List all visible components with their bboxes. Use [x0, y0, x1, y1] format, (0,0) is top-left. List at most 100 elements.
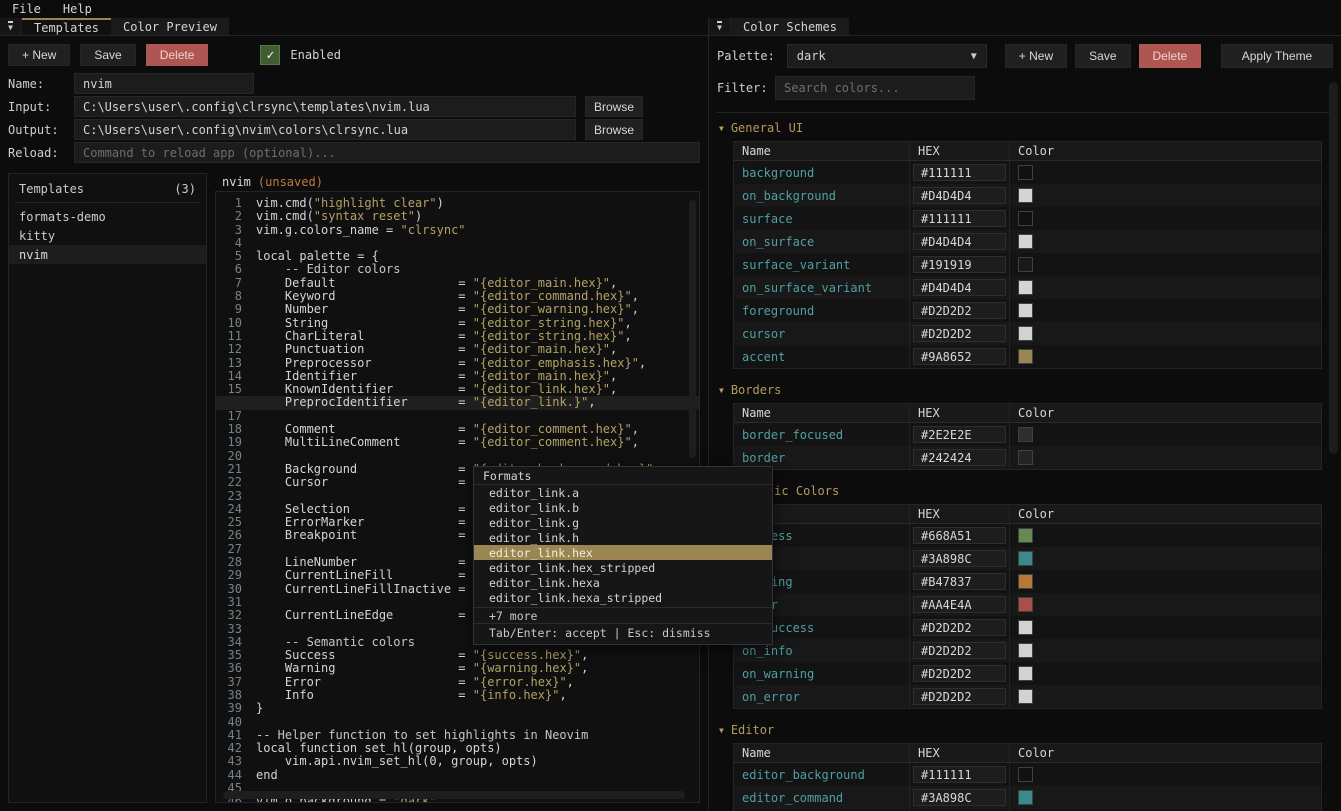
color-swatch[interactable]	[1018, 528, 1033, 543]
popup-item-editor_link.g[interactable]: editor_link.g	[474, 515, 772, 530]
hex-value-field[interactable]: #B47837	[913, 573, 1006, 590]
color-swatch[interactable]	[1018, 211, 1033, 226]
reload-command-field[interactable]	[74, 142, 700, 163]
hex-value-field[interactable]: #2E2E2E	[913, 426, 1006, 443]
popup-item-editor_link.hexa_stripped[interactable]: editor_link.hexa_stripped	[474, 590, 772, 605]
save-palette-button[interactable]: Save	[1075, 44, 1130, 68]
hex-value-field[interactable]: #668A51	[913, 527, 1006, 544]
color-swatch[interactable]	[1018, 188, 1033, 203]
color-swatch[interactable]	[1018, 689, 1033, 704]
section-header[interactable]: ▼Editor	[719, 721, 1322, 739]
popup-item-editor_link.b[interactable]: editor_link.b	[474, 500, 772, 515]
hex-value-field[interactable]: #D4D4D4	[913, 279, 1006, 296]
code-line[interactable]: 15 KnownIdentifier = "{editor_link.hex}"…	[216, 383, 699, 396]
name-field[interactable]	[74, 73, 254, 94]
hex-value-field[interactable]: #D4D4D4	[913, 233, 1006, 250]
code-line[interactable]: 3vim.g.colors_name = "clrsync"	[216, 224, 699, 237]
hex-value-field[interactable]: #D2D2D2	[913, 325, 1006, 342]
code-line[interactable]: 8 Keyword = "{editor_command.hex}",	[216, 290, 699, 303]
color-swatch[interactable]	[1018, 349, 1033, 364]
section-header[interactable]: ▼General UI	[719, 119, 1322, 137]
hex-value-field[interactable]: #D2D2D2	[913, 642, 1006, 659]
collapse-panel-button[interactable]: ▼	[709, 18, 731, 35]
tab-templates[interactable]: Templates	[22, 18, 111, 35]
popup-item-editor_link.h[interactable]: editor_link.h	[474, 530, 772, 545]
hex-value-field[interactable]: #AA4E4A	[913, 596, 1006, 613]
color-swatch[interactable]	[1018, 303, 1033, 318]
enabled-checkbox[interactable]: ✓	[260, 45, 280, 65]
code-line[interactable]: 13 Preprocessor = "{editor_emphasis.hex}…	[216, 357, 699, 370]
save-template-button[interactable]: Save	[80, 44, 135, 66]
color-swatch[interactable]	[1018, 427, 1033, 442]
template-item-kitty[interactable]: kitty	[9, 226, 206, 245]
hex-value-field[interactable]: #242424	[913, 449, 1006, 466]
menu-item-file[interactable]: File	[12, 2, 41, 16]
color-swatch[interactable]	[1018, 280, 1033, 295]
code-line[interactable]: 41-- Helper function to set highlights i…	[216, 729, 699, 742]
tab-color-preview[interactable]: Color Preview	[111, 18, 229, 35]
new-template-button[interactable]: + New	[8, 44, 70, 66]
color-swatch[interactable]	[1018, 450, 1033, 465]
popup-item-editor_link.hex_stripped[interactable]: editor_link.hex_stripped	[474, 560, 772, 575]
hex-value-field[interactable]: #D2D2D2	[913, 302, 1006, 319]
color-swatch[interactable]	[1018, 767, 1033, 782]
menu-item-help[interactable]: Help	[63, 2, 92, 16]
code-line[interactable]: 6 -- Editor colors	[216, 263, 699, 276]
color-swatch[interactable]	[1018, 165, 1033, 180]
hex-value-field[interactable]: #D2D2D2	[913, 665, 1006, 682]
color-swatch[interactable]	[1018, 666, 1033, 681]
code-line[interactable]: 44end	[216, 769, 699, 782]
panel-scrollbar[interactable]	[1329, 82, 1338, 454]
template-item-nvim[interactable]: nvim	[9, 245, 206, 264]
code-line[interactable]: 5local palette = {	[216, 250, 699, 263]
hex-value-field[interactable]: #191919	[913, 256, 1006, 273]
delete-palette-button[interactable]: Delete	[1139, 44, 1202, 68]
hex-value-field[interactable]: #3A898C	[913, 789, 1006, 806]
code-line[interactable]: 35 Success = "{success.hex}",	[216, 649, 699, 662]
popup-more-item[interactable]: +7 more	[474, 607, 772, 623]
code-line[interactable]: 40	[216, 716, 699, 729]
code-line[interactable]: 37 Error = "{error.hex}",	[216, 676, 699, 689]
color-swatch[interactable]	[1018, 574, 1033, 589]
code-line[interactable]: 18 Comment = "{editor_comment.hex}",	[216, 423, 699, 436]
hex-value-field[interactable]: #111111	[913, 164, 1006, 181]
code-line[interactable]: 39}	[216, 702, 699, 715]
color-swatch[interactable]	[1018, 234, 1033, 249]
template-item-formats-demo[interactable]: formats-demo	[9, 207, 206, 226]
code-line[interactable]: 9 Number = "{editor_warning.hex}",	[216, 303, 699, 316]
color-search-input[interactable]	[775, 76, 975, 100]
code-line[interactable]: 12 Punctuation = "{editor_main.hex}",	[216, 343, 699, 356]
browse-output-button[interactable]: Browse	[585, 119, 643, 140]
browse-input-button[interactable]: Browse	[585, 96, 643, 117]
code-line[interactable]: 7 Default = "{editor_main.hex}",	[216, 277, 699, 290]
code-line[interactable]: PreprocIdentifier = "{editor_link.}",	[216, 396, 699, 409]
code-line[interactable]: 4	[216, 237, 699, 250]
collapse-panel-button[interactable]: ▼	[0, 18, 22, 35]
code-line[interactable]: 20	[216, 450, 699, 463]
color-swatch[interactable]	[1018, 551, 1033, 566]
input-path-field[interactable]	[74, 96, 576, 117]
hex-value-field[interactable]: #9A8652	[913, 348, 1006, 365]
editor-vertical-scrollbar[interactable]	[689, 200, 696, 458]
code-line[interactable]: 1vim.cmd("highlight clear")	[216, 197, 699, 210]
code-line[interactable]: 42local function set_hl(group, opts)	[216, 742, 699, 755]
code-line[interactable]: 10 String = "{editor_string.hex}",	[216, 317, 699, 330]
color-swatch[interactable]	[1018, 620, 1033, 635]
editor-horizontal-scrollbar[interactable]	[223, 791, 685, 799]
section-header[interactable]: ▼Semantic Colors	[719, 482, 1322, 500]
delete-template-button[interactable]: Delete	[146, 44, 209, 66]
hex-value-field[interactable]: #D2D2D2	[913, 688, 1006, 705]
popup-item-editor_link.hexa[interactable]: editor_link.hexa	[474, 575, 772, 590]
hex-value-field[interactable]: #3A898C	[913, 550, 1006, 567]
output-path-field[interactable]	[74, 119, 576, 140]
code-line[interactable]: 11 CharLiteral = "{editor_string.hex}",	[216, 330, 699, 343]
apply-theme-button[interactable]: Apply Theme	[1221, 44, 1333, 68]
color-swatch[interactable]	[1018, 257, 1033, 272]
code-line[interactable]: 2vim.cmd("syntax reset")	[216, 210, 699, 223]
color-swatch[interactable]	[1018, 597, 1033, 612]
palette-select[interactable]: dark ▼	[787, 44, 987, 68]
code-line[interactable]: 36 Warning = "{warning.hex}",	[216, 662, 699, 675]
code-line[interactable]: 17	[216, 410, 699, 423]
color-swatch[interactable]	[1018, 790, 1033, 805]
new-palette-button[interactable]: + New	[1005, 44, 1067, 68]
